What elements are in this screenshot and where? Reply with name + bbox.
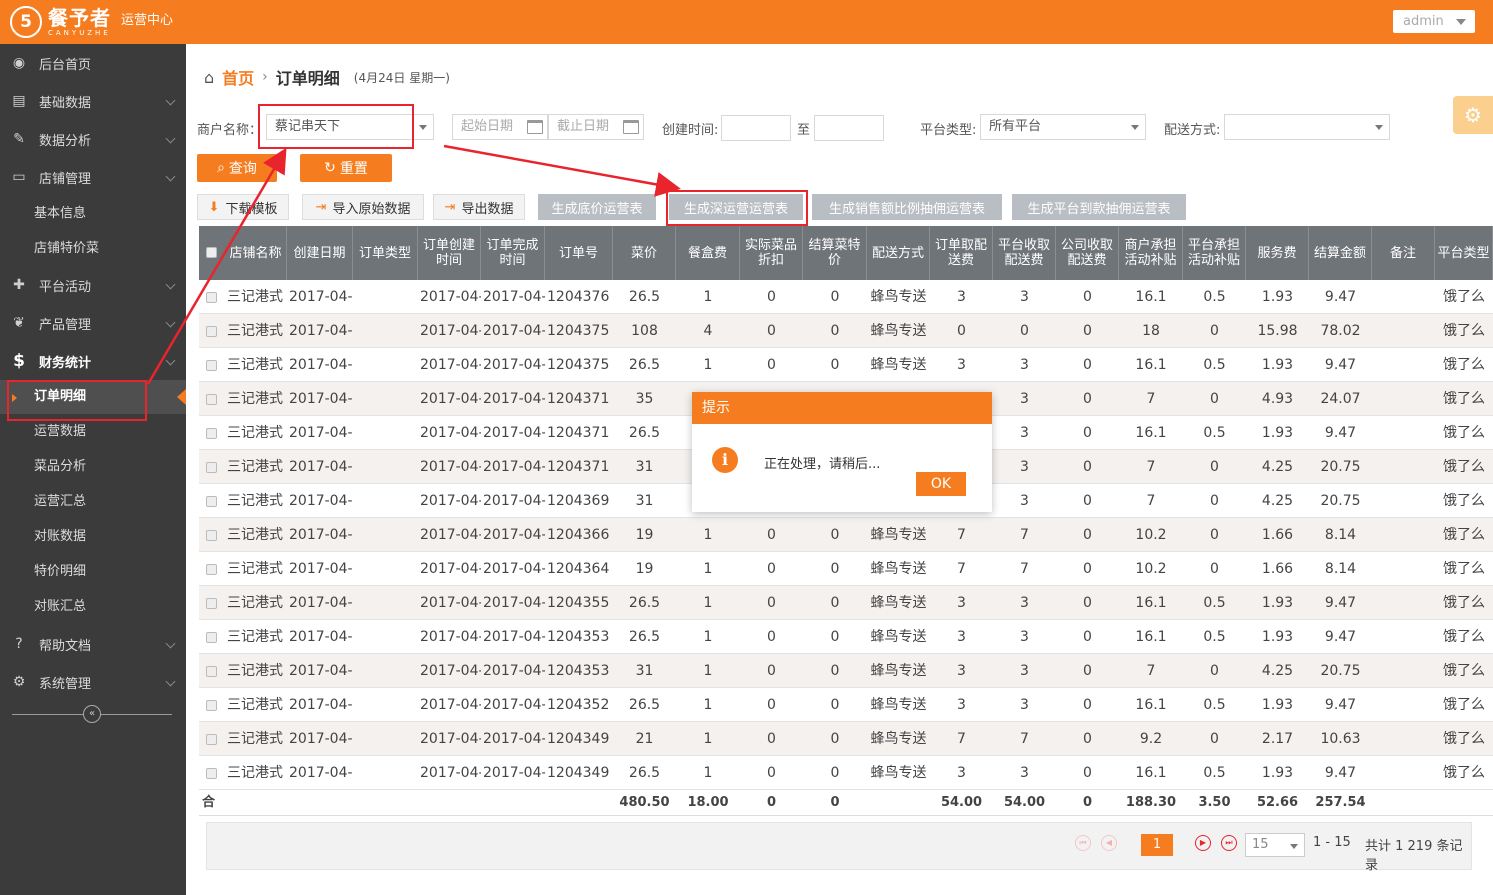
annotation-arrows (146, 144, 681, 385)
arrow-to-merchant (146, 147, 287, 385)
arrow-to-gen-deep (443, 144, 681, 197)
